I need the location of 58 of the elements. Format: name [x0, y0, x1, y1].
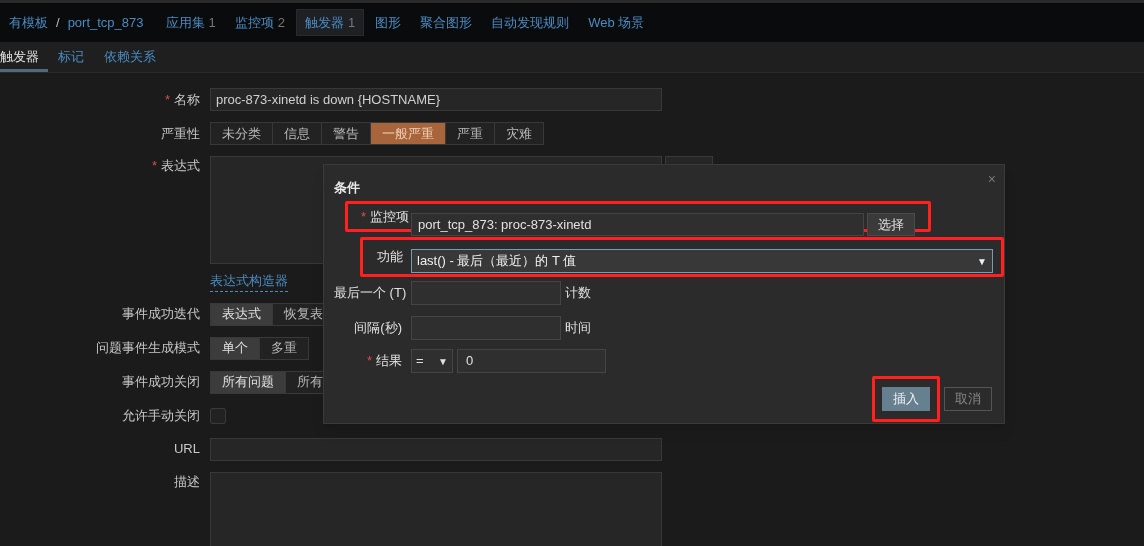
segment-option[interactable]: 信息	[272, 122, 322, 145]
segment-option[interactable]: 灾难	[494, 122, 544, 145]
segment-option[interactable]: 多重	[259, 336, 309, 360]
nav-link[interactable]: 触发器 1	[296, 8, 365, 37]
field-label: 结果	[376, 352, 402, 371]
field-suffix: 计数	[565, 284, 591, 303]
item-field[interactable]: port_tcp_873: proc-873-xinetd	[411, 213, 864, 236]
url-field[interactable]	[210, 437, 662, 461]
nav-link[interactable]: 有模板	[9, 12, 48, 33]
nav-link[interactable]: port_tcp_873	[67, 12, 144, 33]
field-label: 事件成功关闭	[122, 373, 200, 392]
field-label: 描述	[174, 472, 200, 491]
interval-field[interactable]	[411, 316, 561, 340]
segment-option[interactable]: 严重	[445, 122, 495, 145]
required-mark: *	[366, 352, 372, 371]
nav-link[interactable]: 监控项 2	[226, 9, 293, 36]
field-label: 允许手动关闭	[122, 406, 200, 425]
expression-builder-link[interactable]: 表达式构造器	[210, 271, 288, 292]
nav-link[interactable]: Web 场景	[580, 9, 653, 36]
breadcrumb-separator: /	[56, 13, 60, 32]
segment-option[interactable]: 所有问题	[210, 370, 286, 394]
select-button[interactable]: 选择	[867, 213, 915, 236]
result-field[interactable]: 0	[457, 349, 606, 373]
field-label: 事件成功迭代	[122, 305, 200, 324]
checkbox[interactable]	[210, 407, 226, 424]
last-t-field[interactable]	[411, 281, 561, 305]
insert-button[interactable]: 插入	[882, 387, 930, 411]
tab[interactable]: 标记	[48, 42, 94, 72]
segment-option[interactable]: 所有	[285, 370, 323, 394]
operator-select[interactable]: = ▼	[411, 349, 453, 373]
field-label: 表达式	[161, 157, 200, 175]
field-suffix: 时间	[565, 319, 591, 338]
field-label: URL	[174, 440, 200, 459]
field-label: 间隔(秒)	[353, 319, 402, 338]
required-mark: *	[151, 157, 157, 175]
nav-link[interactable]: 应用集 1	[157, 9, 224, 36]
nav-link[interactable]: 聚合图形	[412, 9, 481, 36]
field-label: 名称	[174, 90, 200, 109]
field-label: 问题事件生成模式	[96, 339, 200, 358]
segment-option[interactable]: 单个	[210, 336, 260, 360]
description-field[interactable]	[210, 471, 662, 546]
field-label: 监控项	[370, 207, 409, 226]
nav-link[interactable]: 自动发现规则	[483, 9, 578, 36]
cancel-button[interactable]: 取消	[944, 387, 992, 411]
segment-option[interactable]: 未分类	[210, 122, 273, 145]
tab[interactable]: 触发器	[0, 42, 48, 72]
tab[interactable]: 依赖关系	[94, 42, 166, 72]
field-label: 功能	[377, 248, 403, 267]
required-mark: *	[360, 207, 366, 226]
dialog-title: 条件	[334, 179, 360, 197]
function-select[interactable]: last() - 最后（最近）的 T 值 ▼	[411, 249, 993, 273]
field-label: 严重性	[161, 124, 200, 143]
nav-link[interactable]: 图形	[367, 9, 410, 36]
required-mark: *	[164, 90, 170, 109]
name-field[interactable]: proc-873-xinetd is down {HOSTNAME}	[210, 88, 662, 111]
segment-option[interactable]: 警告	[321, 122, 371, 145]
segment-option[interactable]: 表达式	[210, 302, 273, 326]
segment-option[interactable]: 恢复表	[272, 302, 323, 326]
